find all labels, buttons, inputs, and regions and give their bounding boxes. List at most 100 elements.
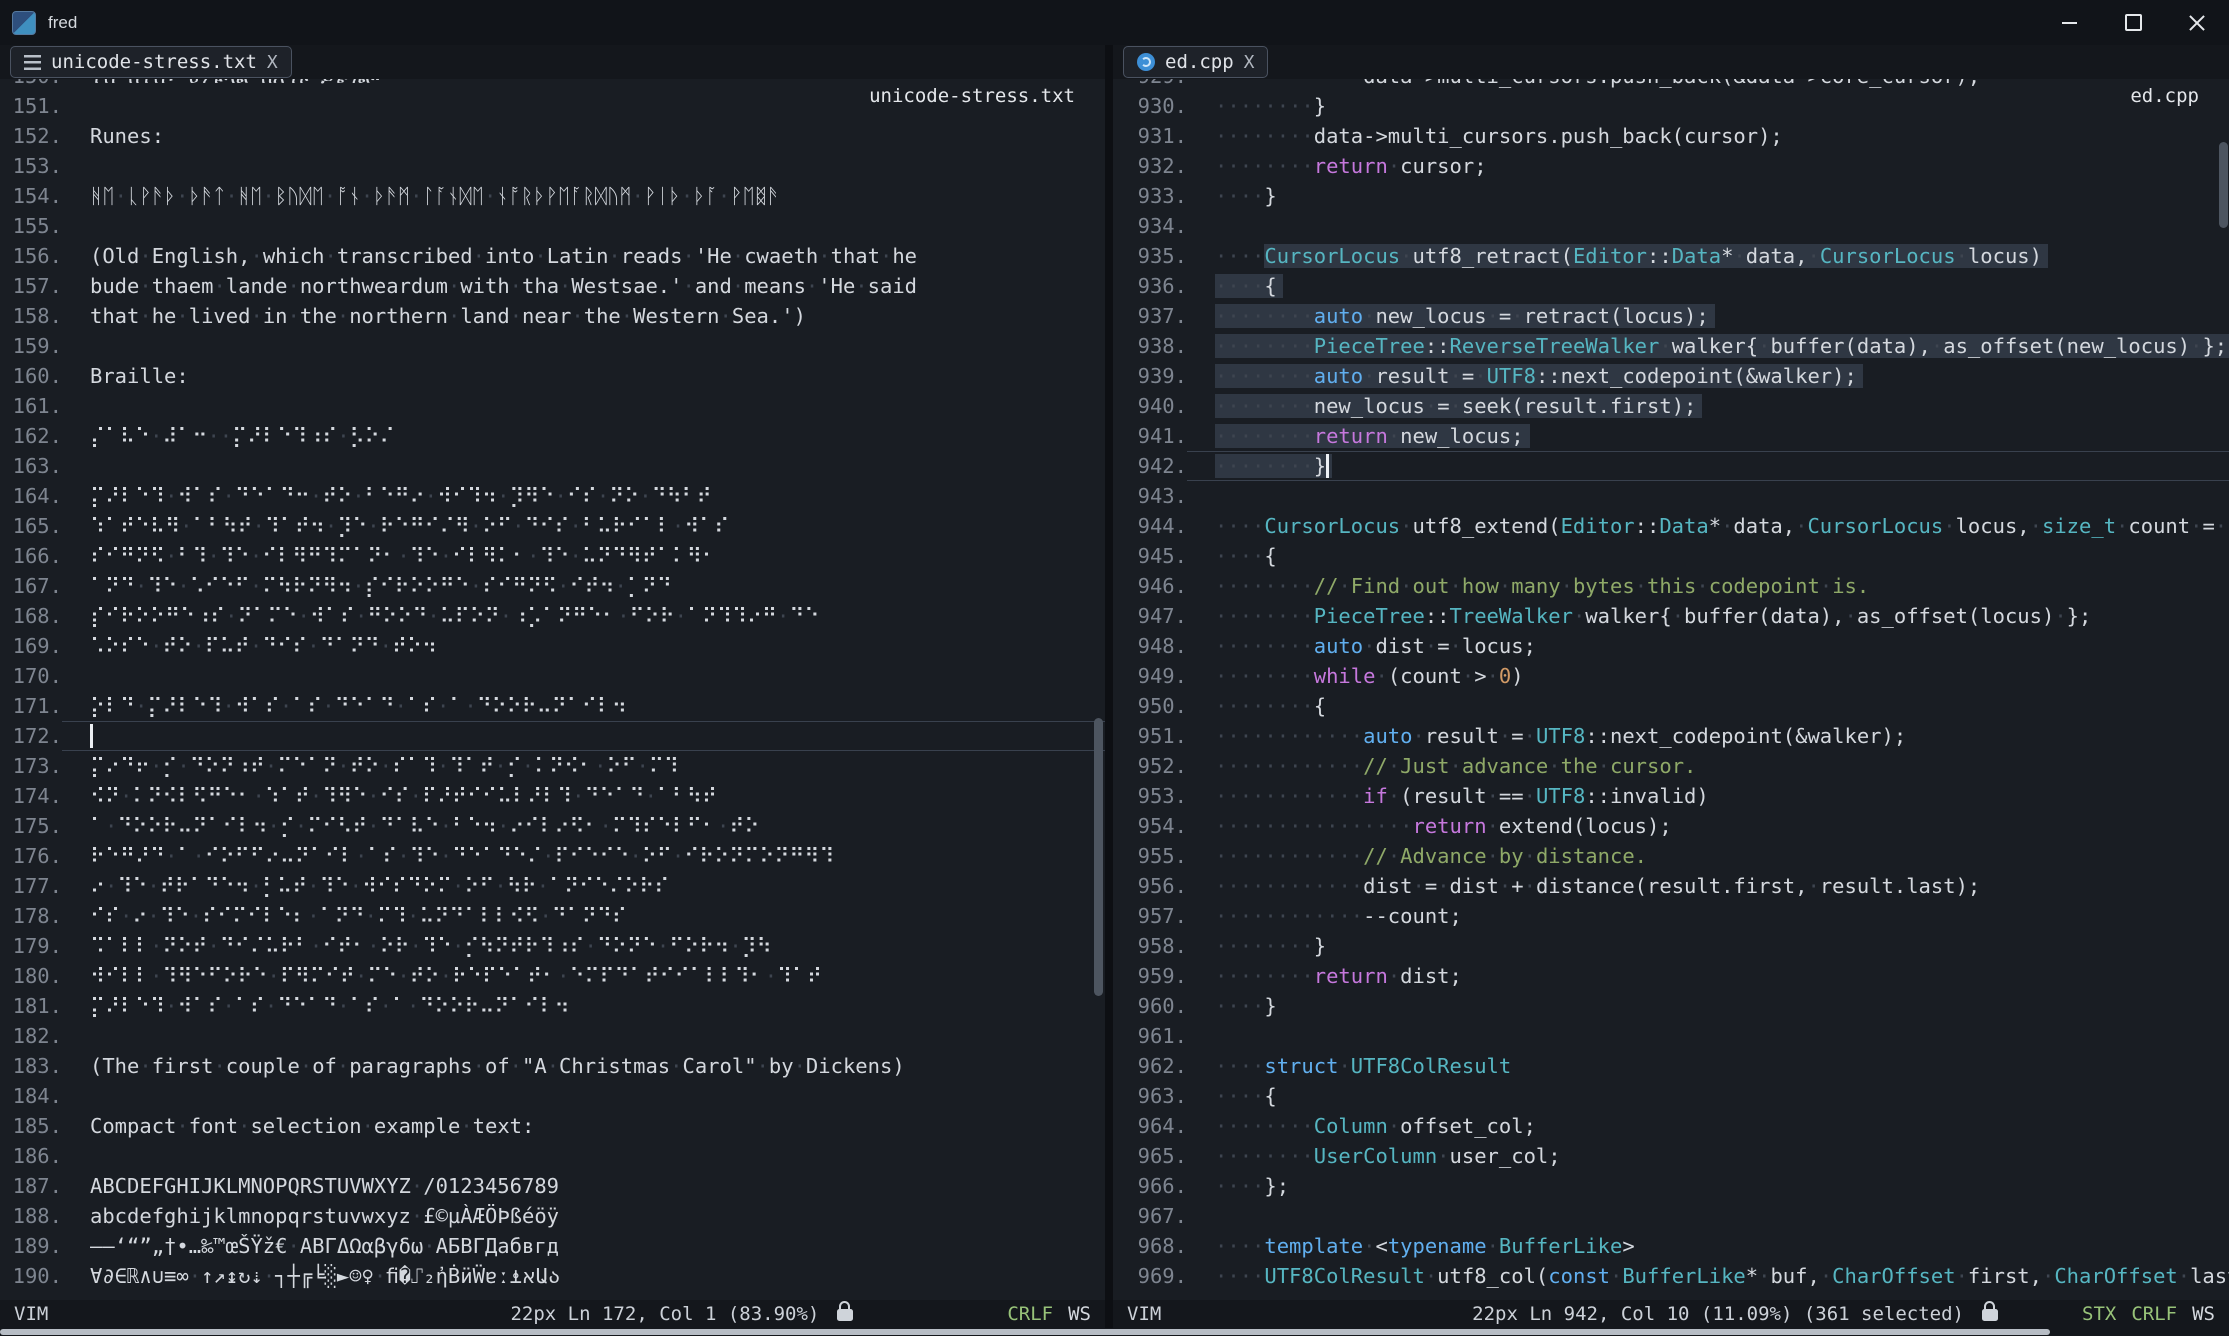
code-line[interactable]: 948.········auto·dist·=·locus; <box>1113 631 2229 661</box>
code-line[interactable]: 944.····CursorLocus·utf8_extend(Editor::… <box>1113 511 2229 541</box>
code-line[interactable]: 170. <box>0 661 1105 691</box>
code-line[interactable]: 947.········PieceTree::TreeWalker·walker… <box>1113 601 2229 631</box>
lock-icon[interactable] <box>1982 1309 1998 1321</box>
code-line[interactable]: 175.⠁·⠙⠕⠕⠗⠤⠝⠁⠊⠇⠲·⡊·⠍⠊⠣⠞·⠙⠁⠧⠑·⠃⠑⠲·⠔⠊⠇⠔⠫⠂·… <box>0 811 1105 841</box>
code-line[interactable]: 157.bude·thaem·lande·northweardum·with·t… <box>0 271 1105 301</box>
code-line[interactable]: 946.········//·Find·out·how·many·bytes·t… <box>1113 571 2229 601</box>
code-line[interactable]: 931.········data->multi_cursors.push_bac… <box>1113 121 2229 151</box>
maximize-button[interactable] <box>2101 0 2165 45</box>
pane-divider[interactable] <box>1105 45 1113 1328</box>
code-line[interactable]: 171.⡕⠇⠙·⡍⠜⠇⠑⠹·⠺⠁⠎·⠁⠎·⠙⠑⠁⠙·⠁⠎·⠁·⠙⠕⠕⠗⠤⠝⠁⠊⠇… <box>0 691 1105 721</box>
code-line[interactable]: 155. <box>0 211 1105 241</box>
code-line[interactable]: 954.················return·extend(locus)… <box>1113 811 2229 841</box>
code-line[interactable]: 173.⡍⠔⠙⠖·⡊·⠙⠕⠝⠰⠞·⠍⠑⠁⠝·⠞⠕·⠎⠁⠹·⠹⠁⠞·⡊·⠅⠝⠪⠂·… <box>0 751 1105 781</box>
code-line[interactable]: 176.⠗⠑⠛⠜⠙·⠁·⠊⠕⠋⠋⠔⠤⠝⠁⠊⠇·⠁⠎·⠹⠑·⠙⠑⠁⠙⠑⠌·⠏⠊⠑⠊… <box>0 841 1105 871</box>
tab-ed-cpp[interactable]: ed.cpp X <box>1123 46 1268 78</box>
line-content: ····template·<typename·BufferLike> <box>1187 1231 2229 1261</box>
code-line[interactable]: 950.········{ <box>1113 691 2229 721</box>
code-line[interactable]: 941.········return·new_locus; <box>1113 421 2229 451</box>
code-line[interactable]: 187.ABCDEFGHIJKLMNOPQRSTUVWXYZ·/01234567… <box>0 1171 1105 1201</box>
code-line[interactable]: 183.(The·first·couple·of·paragraphs·of·"… <box>0 1051 1105 1081</box>
minimize-button[interactable] <box>2037 0 2101 45</box>
code-line[interactable]: 168.⡎⠊⠗⠕⠕⠛⠑⠰⠎·⠝⠁⠍⠑·⠺⠁⠎·⠛⠕⠕⠙·⠥⠏⠕⠝·⠰⡡⠁⠝⠛⠑⠂… <box>0 601 1105 631</box>
code-line[interactable]: 955.············//·Advance·by·distance. <box>1113 841 2229 871</box>
code-line[interactable]: 166.⠎⠊⠛⠝⠫·⠃⠹·⠹⠑·⠊⠇⠻⠛⠹⠍⠁⠝⠂·⠹⠑·⠊⠇⠻⠅⠂·⠹⠑·⠥⠝… <box>0 541 1105 571</box>
code-line[interactable]: 160.Braille: <box>0 361 1105 391</box>
code-line[interactable]: 943. <box>1113 481 2229 511</box>
code-line[interactable]: 939.········auto·result·=·UTF8::next_cod… <box>1113 361 2229 391</box>
tab-unicode-stress[interactable]: unicode-stress.txt X <box>10 46 292 78</box>
code-line[interactable]: 949.········while·(count·>·0) <box>1113 661 2229 691</box>
code-line[interactable]: 932.········return·cursor; <box>1113 151 2229 181</box>
code-line[interactable]: 959.········return·dist; <box>1113 961 2229 991</box>
left-editor[interactable]: unicode-stress.txt 150.ቀስ·በቀስ፥·ዕንቁላል·በእግ… <box>0 79 1105 1300</box>
right-vertical-scrollbar-thumb[interactable] <box>2219 142 2228 228</box>
code-line[interactable]: 178.⠊⠎·⠔·⠹⠑·⠎⠊⠍⠊⠇⠑⠆·⠁⠝⠙·⠍⠹·⠥⠝⠙⠁⠇⠇⠪⠫·⠙⠁⠝⠙… <box>0 901 1105 931</box>
code-line[interactable]: 963.····{ <box>1113 1081 2229 1111</box>
code-line[interactable]: 935.····CursorLocus·utf8_retract(Editor:… <box>1113 241 2229 271</box>
horizontal-scrollbar-thumb[interactable] <box>0 1329 2050 1335</box>
code-line[interactable]: 164.⡍⠜⠇⠑⠹·⠺⠁⠎·⠙⠑⠁⠙⠒·⠞⠕·⠃⠑⠛⠔·⠺⠊⠹⠲·⡹⠻⠑·⠊⠎·… <box>0 481 1105 511</box>
code-line[interactable]: 929.············data->multi_cursors.push… <box>1113 79 2229 91</box>
right-editor[interactable]: ed.cpp 929.············data->multi_curso… <box>1113 79 2229 1300</box>
code-line[interactable]: 189.–—‘“”„†•…‰™œŠŸž€·ΑΒΓΔΩαβγδω·АБВГДабв… <box>0 1231 1105 1261</box>
code-line[interactable]: 174.⠪⠝·⠅⠝⠪⠇⠫⠛⠑⠂·⠱⠁⠞·⠹⠻⠑·⠊⠎·⠏⠜⠞⠊⠊⠥⠇⠜⠇⠹·⠙⠑… <box>0 781 1105 811</box>
code-line[interactable]: 186. <box>0 1141 1105 1171</box>
close-button[interactable] <box>2165 0 2229 45</box>
code-line[interactable]: 156.(Old·English,·which·transcribed·into… <box>0 241 1105 271</box>
code-line[interactable]: 933.····} <box>1113 181 2229 211</box>
code-line[interactable]: 172. <box>0 721 1105 751</box>
code-line[interactable]: 964.········Column·offset_col; <box>1113 1111 2229 1141</box>
line-number: 177. <box>0 871 62 901</box>
code-line[interactable]: 159. <box>0 331 1105 361</box>
code-line[interactable]: 163. <box>0 451 1105 481</box>
code-line[interactable]: 154.ᚻᛖ·ᚳᚹᚫᚦ·ᚦᚫᛏ·ᚻᛖ·ᛒᚢᛞᛖ·ᚩᚾ·ᚦᚫᛗ·ᛚᚪᚾᛞᛖ·ᚾᚩᚱ… <box>0 181 1105 211</box>
code-line[interactable]: 937.········auto·new_locus·=·retract(loc… <box>1113 301 2229 331</box>
code-line[interactable]: 951.············auto·result·=·UTF8::next… <box>1113 721 2229 751</box>
code-line[interactable]: 181.⡍⠜⠇⠑⠹·⠺⠁⠎·⠁⠎·⠙⠑⠁⠙·⠁⠎·⠁·⠙⠕⠕⠗⠤⠝⠁⠊⠇⠲ <box>0 991 1105 1021</box>
code-line[interactable]: 165.⠱⠁⠞⠑⠧⠻·⠁⠃⠳⠞·⠹⠁⠞⠲·⡹⠑·⠗⠑⠛⠊⠌⠻·⠕⠋·⠙⠊⠎·⠃⠥… <box>0 511 1105 541</box>
code-line[interactable]: 188.abcdefghijklmnopqrstuvwxyz·£©µÀÆÖÞßé… <box>0 1201 1105 1231</box>
code-line[interactable]: 966.····}; <box>1113 1171 2229 1201</box>
code-line[interactable]: 180.⠺⠊⠇⠇·⠹⠻⠑⠋⠕⠗⠑·⠏⠻⠍⠊⠞·⠍⠑·⠞⠕·⠗⠑⠏⠑⠁⠞⠂·⠑⠍⠏… <box>0 961 1105 991</box>
left-vertical-scrollbar-thumb[interactable] <box>1094 718 1103 996</box>
code-line[interactable]: 152.Runes: <box>0 121 1105 151</box>
code-line[interactable]: 177.⠔·⠹⠑·⠞⠗⠁⠙⠑⠲·⡃⠥⠞·⠹⠑·⠺⠊⠎⠙⠕⠍·⠕⠋·⠳⠗·⠁⠝⠊⠑… <box>0 871 1105 901</box>
code-line[interactable]: 953.············if·(result·==·UTF8::inva… <box>1113 781 2229 811</box>
code-line[interactable]: 968.····template·<typename·BufferLike> <box>1113 1231 2229 1261</box>
line-number: 935. <box>1113 241 1187 271</box>
code-line[interactable]: 184. <box>0 1081 1105 1111</box>
code-line[interactable]: 167.⠁⠝⠙·⠹⠑·⠡⠊⠑⠋·⠍⠳⠗⠝⠻⠲·⡎⠊⠗⠕⠕⠛⠑·⠎⠊⠛⠝⠫·⠊⠞⠲… <box>0 571 1105 601</box>
line-content: ····CursorLocus·utf8_retract(Editor::Dat… <box>1187 241 2229 271</box>
code-line[interactable]: 179.⠩⠁⠇⠇·⠝⠕⠞·⠙⠊⠌⠥⠗⠃·⠊⠞⠂·⠕⠗·⠹⠑·⡊⠳⠝⠞⠗⠹⠰⠎·⠙… <box>0 931 1105 961</box>
tab-close-icon[interactable]: X <box>267 52 278 73</box>
code-line[interactable]: 957.············--count; <box>1113 901 2229 931</box>
code-line[interactable]: 967. <box>1113 1201 2229 1231</box>
code-line[interactable]: 153. <box>0 151 1105 181</box>
line-number: 184. <box>0 1081 62 1111</box>
code-line[interactable]: 162.⡌⠁⠧⠑·⠼⠁⠒··⡍⠜⠇⠑⠹⠰⠎·⡣⠕⠌ <box>0 421 1105 451</box>
code-line[interactable]: 958.········} <box>1113 931 2229 961</box>
code-line[interactable]: 185.Compact·font·selection·example·text: <box>0 1111 1105 1141</box>
code-line[interactable]: 961. <box>1113 1021 2229 1051</box>
code-line[interactable]: 161. <box>0 391 1105 421</box>
code-line[interactable]: 942.········} <box>1113 451 2229 481</box>
code-line[interactable]: 969.····UTF8ColResult·utf8_col(const·Buf… <box>1113 1261 2229 1291</box>
code-line[interactable]: 956.············dist·=·dist·+·distance(r… <box>1113 871 2229 901</box>
code-line[interactable]: 158.that·he·lived·in·the·northern·land·n… <box>0 301 1105 331</box>
code-line[interactable]: 962.····struct·UTF8ColResult <box>1113 1051 2229 1081</box>
tab-close-icon[interactable]: X <box>1244 52 1255 73</box>
code-line[interactable]: 936.····{ <box>1113 271 2229 301</box>
code-line[interactable]: 952.············//·Just·advance·the·curs… <box>1113 751 2229 781</box>
code-line[interactable]: 938.········PieceTree::ReverseTreeWalker… <box>1113 331 2229 361</box>
code-line[interactable]: 182. <box>0 1021 1105 1051</box>
code-line[interactable]: 169.⠡⠕⠎⠑·⠞⠕·⠏⠥⠞·⠙⠊⠎·⠙⠁⠝⠙·⠞⠕⠲ <box>0 631 1105 661</box>
code-line[interactable]: 930.········} <box>1113 91 2229 121</box>
lock-icon[interactable] <box>837 1309 853 1321</box>
code-line[interactable]: 965.········UserColumn·user_col; <box>1113 1141 2229 1171</box>
code-line[interactable]: 934. <box>1113 211 2229 241</box>
code-line[interactable]: 945.····{ <box>1113 541 2229 571</box>
code-line[interactable]: 940.········new_locus·=·seek(result.firs… <box>1113 391 2229 421</box>
code-line[interactable]: 190.∀∂∈ℝ∧∪≡∞·↑↗↨↻⇣·┐┼╔╘░►☺♀·ﬁ�⑀₂ἠḂӥẄɐː⍎א… <box>0 1261 1105 1291</box>
code-line[interactable]: 960.····} <box>1113 991 2229 1021</box>
